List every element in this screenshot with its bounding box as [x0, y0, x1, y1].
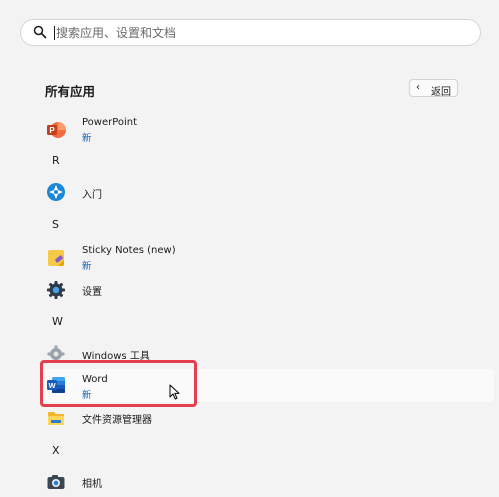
chevron-left-icon: ‹ — [416, 82, 420, 93]
letter-header-w[interactable]: W — [52, 315, 63, 328]
letter-header-s[interactable]: S — [52, 218, 59, 231]
mouse-cursor-icon — [169, 384, 180, 400]
app-item-sticky-notes[interactable]: Sticky Notes (new) 新 — [40, 243, 494, 273]
gear-icon — [47, 281, 65, 299]
app-item-file-explorer[interactable]: 文件资源管理器 — [40, 403, 494, 433]
text-caret — [54, 26, 55, 40]
folder-icon — [48, 412, 64, 425]
letter-header-r[interactable]: R — [52, 154, 60, 167]
all-apps-title: 所有应用 — [45, 84, 96, 99]
app-item-powerpoint[interactable]: P PowerPoint 新 — [40, 115, 494, 145]
back-button-label: 返回 — [431, 87, 451, 98]
new-badge: 新 — [82, 133, 92, 144]
app-name: Sticky Notes (new) — [82, 245, 176, 256]
app-name: 文件资源管理器 — [82, 415, 152, 426]
app-name: 设置 — [82, 287, 102, 298]
search-box[interactable]: 搜索应用、设置和文档 — [20, 19, 481, 46]
app-name: PowerPoint — [82, 117, 138, 128]
new-badge: 新 — [82, 261, 92, 272]
search-input[interactable]: 搜索应用、设置和文档 — [56, 26, 176, 40]
app-item-get-started[interactable]: 入门 — [40, 177, 494, 207]
sticky-notes-icon — [48, 250, 64, 266]
back-button[interactable]: ‹ 返回 — [409, 79, 458, 98]
app-item-settings[interactable]: 设置 — [40, 275, 494, 305]
svg-text:P: P — [49, 126, 55, 135]
letter-header-x[interactable]: X — [52, 444, 60, 457]
app-name: 入门 — [82, 190, 102, 201]
camera-icon — [47, 475, 65, 489]
powerpoint-icon: P — [47, 122, 66, 138]
app-item-camera[interactable]: 相机 — [40, 467, 494, 497]
get-started-icon — [47, 183, 65, 201]
search-icon — [33, 25, 47, 39]
app-name: 相机 — [82, 479, 102, 490]
